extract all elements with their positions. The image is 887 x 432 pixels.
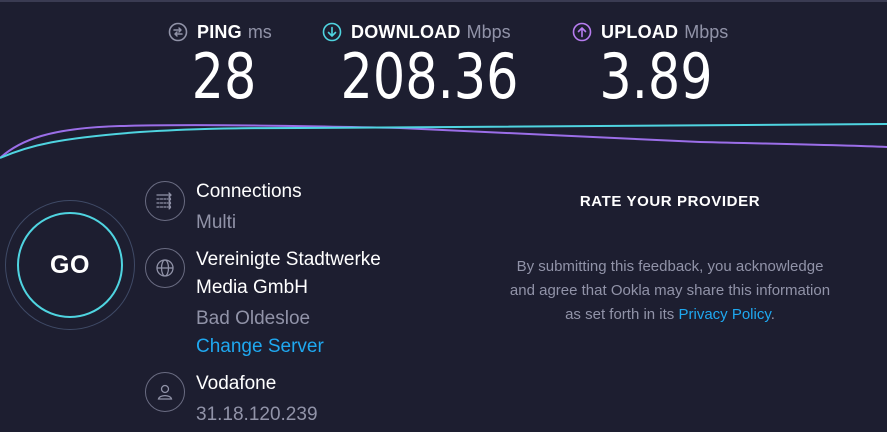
download-arrow-icon: [322, 22, 342, 42]
disclaimer-line-3-text: as set forth in its: [565, 306, 675, 323]
isp-name: Vodafone: [196, 373, 277, 394]
upload-graph-line: [0, 124, 887, 159]
ping-metric: PING ms 28: [168, 18, 280, 108]
server-name-line1: Vereinigte Stadtwerke: [196, 249, 381, 270]
upload-arrow-icon: [572, 22, 592, 42]
upload-value: 3.89: [599, 40, 713, 113]
server-location: Bad Oldesloe: [196, 308, 311, 329]
rate-provider-title: RATE YOUR PROVIDER: [579, 193, 761, 210]
disclaimer-line-1: By submitting this feedback, you acknowl…: [516, 258, 824, 275]
isp-ip-address: 31.18.120.239: [196, 404, 318, 425]
connections-icon: [145, 181, 185, 221]
disclaimer-line-2: and agree that Ookla may share this info…: [509, 282, 831, 299]
globe-icon: [145, 248, 185, 288]
ping-icon: [168, 22, 188, 42]
user-icon: [145, 372, 185, 412]
go-button[interactable]: GO: [17, 212, 123, 318]
disclaimer-line-3: as set forth in its Privacy Policy.: [470, 303, 870, 327]
connections-title: Connections: [196, 181, 302, 202]
privacy-policy-link[interactable]: Privacy Policy: [678, 306, 770, 323]
disclaimer-period: .: [770, 306, 775, 323]
rate-provider-disclaimer: By submitting this feedback, you acknowl…: [470, 255, 870, 327]
server-name-line2: Media GmbH: [196, 277, 308, 298]
top-border: [0, 0, 887, 2]
download-metric: DOWNLOAD Mbps 208.36: [322, 18, 528, 108]
download-value: 208.36: [340, 40, 519, 113]
ping-value: 28: [191, 40, 257, 113]
change-server-link[interactable]: Change Server: [196, 332, 324, 361]
speed-graph: [0, 123, 887, 159]
connections-value[interactable]: Multi: [196, 208, 236, 237]
upload-metric: UPLOAD Mbps 3.89: [572, 18, 740, 108]
